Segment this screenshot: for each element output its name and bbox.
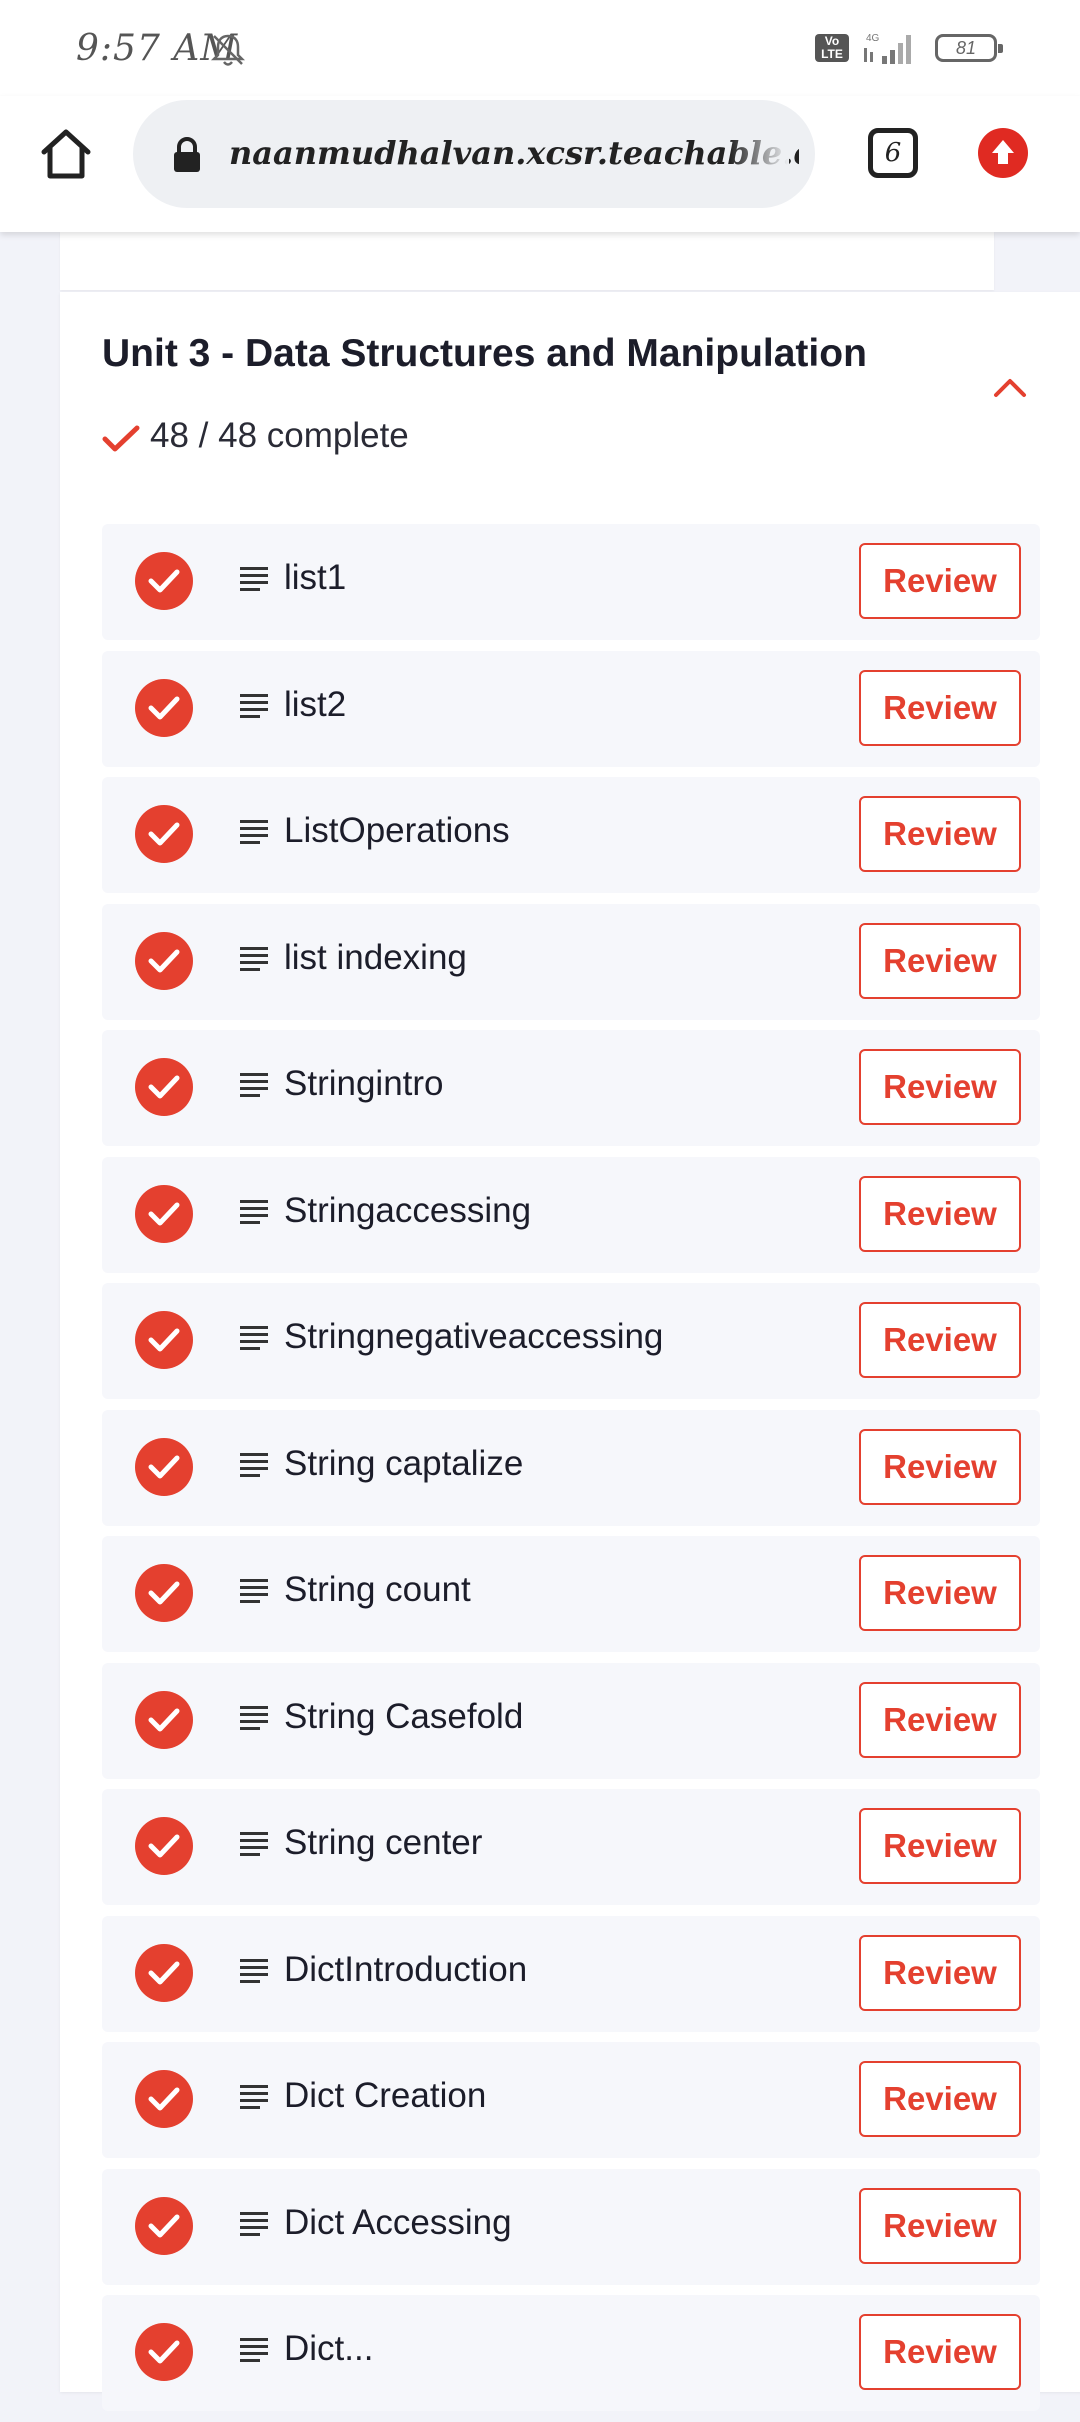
lesson-row[interactable]: DictIntroduction Review — [102, 1915, 1040, 2032]
lesson-title[interactable]: Dict Creation — [284, 2076, 486, 2116]
text-lesson-icon — [240, 1705, 268, 1730]
lesson-row[interactable]: ListOperations Review — [102, 777, 1040, 893]
text-lesson-icon — [240, 946, 268, 971]
arrow-up-icon — [992, 140, 1014, 164]
text-lesson-icon — [240, 1832, 268, 1856]
lesson-title[interactable]: list indexing — [284, 938, 467, 978]
progress-text: 48 / 48 complete — [150, 416, 409, 455]
review-button[interactable]: Review — [859, 2314, 1021, 2390]
text-lesson-icon — [240, 1452, 268, 1477]
text-lesson-icon — [240, 2211, 268, 2236]
completed-check-icon — [135, 805, 193, 863]
lesson-title[interactable]: Dict... — [284, 2329, 373, 2369]
lesson-title[interactable]: String count — [284, 1570, 471, 1610]
update-button[interactable] — [978, 128, 1028, 178]
review-button[interactable]: Review — [859, 669, 1021, 746]
lesson-row[interactable]: String count Review — [102, 1536, 1040, 1652]
lesson-row[interactable]: Dict Accessing Review — [102, 2168, 1040, 2285]
lesson-row[interactable]: String Casefold Review — [102, 1662, 1040, 1779]
completed-check-icon — [135, 931, 193, 990]
lesson-title[interactable]: String Casefold — [284, 1697, 523, 1737]
chevron-up-icon[interactable] — [992, 374, 1028, 400]
completed-check-icon — [135, 552, 193, 610]
text-lesson-icon — [240, 1073, 268, 1097]
lesson-title[interactable]: ListOperations — [284, 811, 510, 851]
checkmark-icon — [102, 425, 140, 452]
previous-unit-card — [60, 232, 994, 290]
completed-check-icon — [135, 1690, 193, 1749]
lesson-title[interactable]: String center — [284, 1823, 482, 1863]
volte-icon: Vo LTE — [815, 34, 849, 62]
notifications-muted-icon — [210, 34, 246, 66]
lesson-title[interactable]: list2 — [284, 685, 346, 725]
completed-check-icon — [135, 1058, 193, 1116]
completed-check-icon — [135, 2070, 193, 2128]
review-button[interactable]: Review — [859, 1681, 1021, 1758]
text-lesson-icon — [240, 1199, 268, 1224]
text-lesson-icon — [240, 693, 268, 718]
lesson-title[interactable]: Dict Accessing — [284, 2203, 512, 2243]
completed-check-icon — [135, 1943, 193, 2002]
review-button[interactable]: Review — [859, 1555, 1021, 1631]
review-button[interactable]: Review — [859, 796, 1021, 872]
text-lesson-icon — [240, 1579, 268, 1603]
completed-check-icon — [135, 1184, 193, 1243]
text-lesson-icon — [240, 2085, 268, 2109]
lesson-row[interactable]: String captalize Review — [102, 1409, 1040, 1526]
lesson-title[interactable]: Stringaccessing — [284, 1191, 531, 1231]
lesson-row[interactable]: String center Review — [102, 1789, 1040, 1905]
text-lesson-icon — [240, 1326, 268, 1350]
lesson-title[interactable]: DictIntroduction — [284, 1950, 527, 1990]
review-button[interactable]: Review — [859, 1175, 1021, 1252]
completed-check-icon — [135, 2196, 193, 2255]
battery-icon: 81 — [935, 34, 1003, 62]
completed-check-icon — [135, 1437, 193, 1496]
lesson-row[interactable]: Dict... Review — [102, 2295, 1040, 2411]
url-fade — [729, 120, 789, 190]
network-type-label: 4G — [866, 33, 880, 44]
lesson-title[interactable]: String captalize — [284, 1444, 523, 1484]
lesson-row[interactable]: Stringnegativeaccessing Review — [102, 1283, 1040, 1399]
volte-label-bottom: LTE — [821, 47, 843, 61]
review-button[interactable]: Review — [859, 2187, 1021, 2264]
completed-check-icon — [135, 1564, 193, 1622]
review-button[interactable]: Review — [859, 1428, 1021, 1505]
review-button[interactable]: Review — [859, 1049, 1021, 1125]
lesson-row[interactable]: Dict Creation Review — [102, 2042, 1040, 2158]
signal-strength-icon: 4G — [864, 33, 911, 64]
review-button[interactable]: Review — [859, 543, 1021, 619]
completed-check-icon — [135, 1311, 193, 1369]
lesson-row[interactable]: list indexing Review — [102, 903, 1040, 1020]
lesson-list: list1 Review list2 Review ListOperations Revi… — [102, 524, 1040, 2422]
completed-check-icon — [135, 2323, 193, 2381]
review-button[interactable]: Review — [859, 922, 1021, 999]
lesson-title[interactable]: list1 — [284, 558, 346, 598]
review-button[interactable]: Review — [859, 1934, 1021, 2011]
home-icon[interactable] — [38, 126, 94, 182]
completed-check-icon — [135, 1817, 193, 1875]
battery-level: 81 — [955, 38, 977, 58]
lesson-row[interactable]: Stringaccessing Review — [102, 1156, 1040, 1273]
review-button[interactable]: Review — [859, 2061, 1021, 2137]
url-text: naanmudhalvan.xcsr.teachable.com/cours — [229, 134, 799, 172]
text-lesson-icon — [240, 820, 268, 844]
lesson-title[interactable]: Stringintro — [284, 1064, 444, 1104]
unit-card: Unit 3 - Data Structures and Manipulatio… — [60, 292, 1080, 2411]
review-button[interactable]: Review — [859, 1302, 1021, 1378]
tab-switcher-button[interactable]: 6 — [868, 128, 918, 178]
text-lesson-icon — [240, 1958, 268, 1983]
text-lesson-icon — [240, 567, 268, 591]
status-bar: 9:57 AM Vo LTE 4G 81 — [0, 0, 1080, 96]
lesson-row[interactable]: list1 Review — [102, 524, 1040, 640]
unit-title[interactable]: Unit 3 - Data Structures and Manipulatio… — [102, 332, 867, 376]
review-button[interactable]: Review — [859, 1808, 1021, 1884]
text-lesson-icon — [240, 2338, 268, 2362]
address-bar[interactable]: naanmudhalvan.xcsr.teachable.com/cours — [133, 100, 815, 208]
browser-toolbar: naanmudhalvan.xcsr.teachable.com/cours 6 — [0, 96, 1080, 232]
lock-icon — [174, 137, 200, 172]
lesson-title[interactable]: Stringnegativeaccessing — [284, 1317, 663, 1357]
lesson-row[interactable]: Stringintro Review — [102, 1030, 1040, 1146]
completed-check-icon — [135, 678, 193, 737]
lesson-row[interactable]: list2 Review — [102, 650, 1040, 767]
